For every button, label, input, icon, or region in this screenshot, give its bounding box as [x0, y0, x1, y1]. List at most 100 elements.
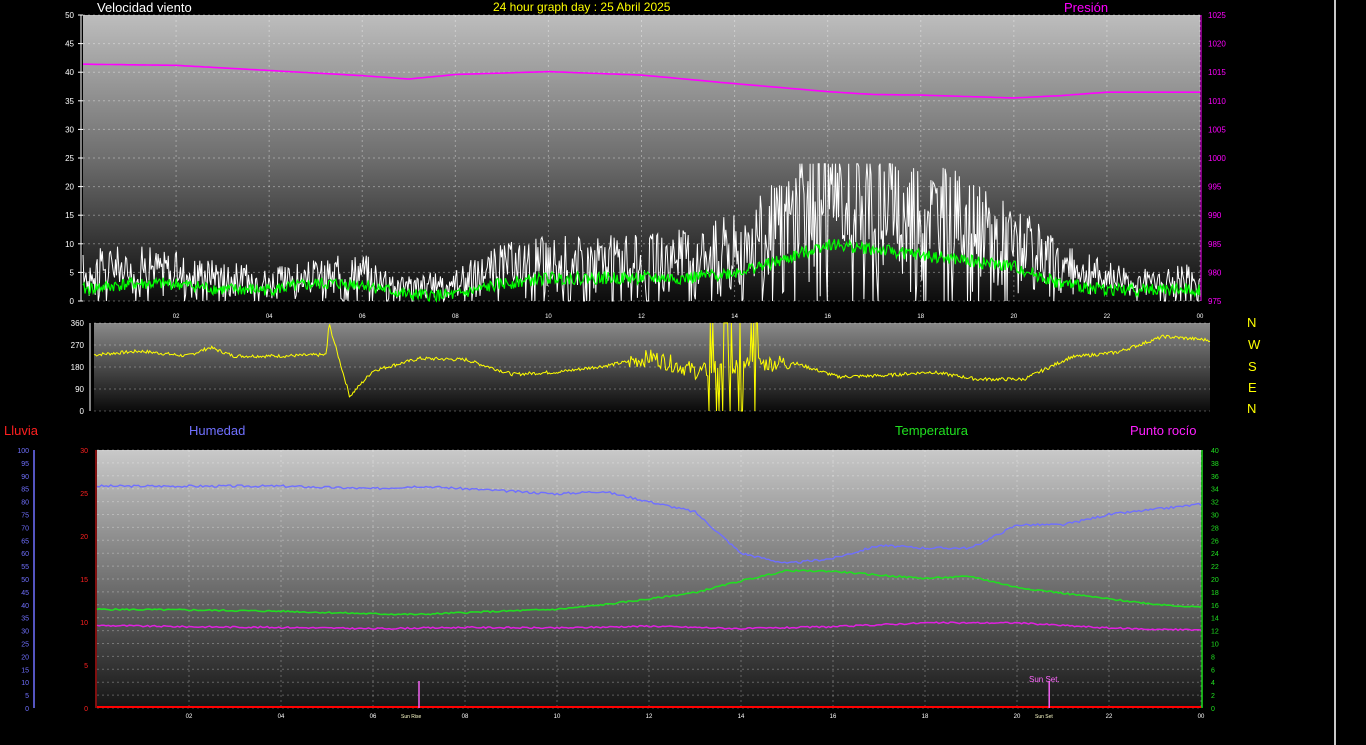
chart3-ytick-temp: 26	[1211, 538, 1219, 545]
chart1-ytick-right: 1010	[1208, 97, 1226, 106]
chart3-ytick-humidity: 65	[21, 538, 29, 545]
chart3-ytick-rain: 0	[84, 706, 88, 713]
chart1-ytick-left: 30	[65, 125, 74, 134]
chart1-xtick: 02	[173, 314, 180, 320]
chart3-ytick-temp: 4	[1211, 680, 1215, 687]
chart3-xtick: 04	[278, 714, 285, 720]
chart1-ytick-right: 1005	[1208, 125, 1226, 134]
chart3-ytick-humidity: 60	[21, 551, 29, 558]
chart3-ytick-rain: 5	[84, 663, 88, 670]
sunset-top-label: Sun Set.	[1029, 675, 1060, 684]
chart3-xtick: 08	[462, 714, 469, 720]
chart3-xtick: 00	[1198, 714, 1205, 720]
chart3-xtick: 12	[646, 714, 653, 720]
weather-charts: 0510152025303540455097598098599099510001…	[17, 11, 1226, 720]
chart1-ytick-left: 15	[65, 211, 74, 220]
chart1-ytick-right: 980	[1208, 268, 1222, 277]
chart3-ytick-temp: 22	[1211, 564, 1219, 571]
chart3-ytick-temp: 14	[1211, 616, 1219, 623]
chart2-ytick: 270	[71, 341, 85, 350]
chart3-ytick-temp: 40	[1211, 448, 1219, 455]
chart1-xtick: 20	[1010, 314, 1017, 320]
chart2-ytick: 90	[75, 385, 84, 394]
chart3-ytick-temp: 20	[1211, 577, 1219, 584]
chart3-xtick: 06	[370, 714, 377, 720]
chart1-ytick-right: 995	[1208, 183, 1222, 192]
weather-graph-page: Velocidad viento 24 hour graph day : 25 …	[0, 0, 1366, 745]
chart1-ytick-left: 25	[65, 154, 74, 163]
chart1-xtick: 22	[1104, 314, 1111, 320]
chart1-ytick-right: 1000	[1208, 154, 1226, 163]
chart3-ytick-temp: 6	[1211, 667, 1215, 674]
chart3-ytick-humidity: 90	[21, 474, 29, 481]
chart1-ytick-left: 50	[65, 11, 74, 20]
chart3-ytick-humidity: 80	[21, 500, 29, 507]
chart3-ytick-humidity: 85	[21, 487, 29, 494]
sunset-label: Sun Set	[1035, 714, 1053, 720]
chart3-ytick-temp: 12	[1211, 629, 1219, 636]
chart3-ytick-temp: 24	[1211, 551, 1219, 558]
chart3-xtick: 10	[554, 714, 561, 720]
chart3-ytick-temp: 8	[1211, 654, 1215, 661]
chart1-xtick: 14	[731, 314, 738, 320]
chart3-xtick: 14	[738, 714, 745, 720]
chart3-ytick-rain: 25	[80, 491, 88, 498]
chart2-plot-area	[94, 323, 1210, 411]
chart1-ytick-right: 1025	[1208, 11, 1226, 20]
chart3-xtick: 18	[922, 714, 929, 720]
chart3-ytick-humidity: 35	[21, 616, 29, 623]
chart3-ytick-humidity: 55	[21, 564, 29, 571]
chart2-ytick: 180	[71, 363, 85, 372]
chart3-ytick-humidity: 45	[21, 590, 29, 597]
chart3-xtick: 16	[830, 714, 837, 720]
chart1-ytick-right: 975	[1208, 297, 1222, 306]
chart3-ytick-humidity: 95	[21, 461, 29, 468]
chart2-ytick: 360	[71, 319, 85, 328]
chart3-xtick: 20	[1014, 714, 1021, 720]
chart1-xtick: 06	[359, 314, 366, 320]
chart1-ytick-right: 1020	[1208, 40, 1226, 49]
chart1-xtick: 10	[545, 314, 552, 320]
chart3-ytick-temp: 2	[1211, 693, 1215, 700]
chart3-ytick-rain: 15	[80, 577, 88, 584]
chart3-ytick-temp: 38	[1211, 461, 1219, 468]
chart3-ytick-humidity: 20	[21, 654, 29, 661]
chart3-ytick-temp: 18	[1211, 590, 1219, 597]
chart1-ytick-left: 35	[65, 97, 74, 106]
chart3-ytick-humidity: 75	[21, 513, 29, 520]
chart3-xtick: 22	[1106, 714, 1113, 720]
chart3-ytick-humidity: 25	[21, 642, 29, 649]
chart3-ytick-temp: 16	[1211, 603, 1219, 610]
chart3-ytick-rain: 10	[80, 620, 88, 627]
chart1-ytick-left: 45	[65, 40, 74, 49]
chart1-xtick: 12	[638, 314, 645, 320]
chart3-ytick-humidity: 30	[21, 629, 29, 636]
chart3-ytick-temp: 28	[1211, 525, 1219, 532]
chart3-ytick-humidity: 0	[25, 706, 29, 713]
chart3-ytick-temp: 0	[1211, 706, 1215, 713]
chart3-ytick-humidity: 100	[17, 448, 29, 455]
chart1-xtick: 16	[824, 314, 831, 320]
chart1-ytick-left: 0	[70, 297, 75, 306]
chart3-ytick-temp: 32	[1211, 500, 1219, 507]
chart1-ytick-left: 20	[65, 183, 74, 192]
chart3-ytick-rain: 30	[80, 448, 88, 455]
chart2-ytick: 0	[80, 407, 85, 416]
chart3-ytick-temp: 34	[1211, 487, 1219, 494]
chart3-ytick-humidity: 5	[25, 693, 29, 700]
chart1-ytick-left: 5	[70, 268, 75, 277]
chart3-ytick-humidity: 70	[21, 525, 29, 532]
chart3-ytick-temp: 10	[1211, 642, 1219, 649]
chart3-xtick: 02	[186, 714, 193, 720]
chart3-ytick-humidity: 10	[21, 680, 29, 687]
chart3-ytick-humidity: 40	[21, 603, 29, 610]
chart1-ytick-left: 40	[65, 68, 74, 77]
chart1-xtick: 18	[917, 314, 924, 320]
chart1-ytick-left: 10	[65, 240, 74, 249]
chart1-xtick: 00	[1197, 314, 1204, 320]
chart1-ytick-right: 985	[1208, 240, 1222, 249]
chart3-ytick-temp: 30	[1211, 513, 1219, 520]
sunrise-label: Sun Rise	[401, 714, 422, 720]
chart1-ytick-right: 990	[1208, 211, 1222, 220]
chart3-ytick-temp: 36	[1211, 474, 1219, 481]
